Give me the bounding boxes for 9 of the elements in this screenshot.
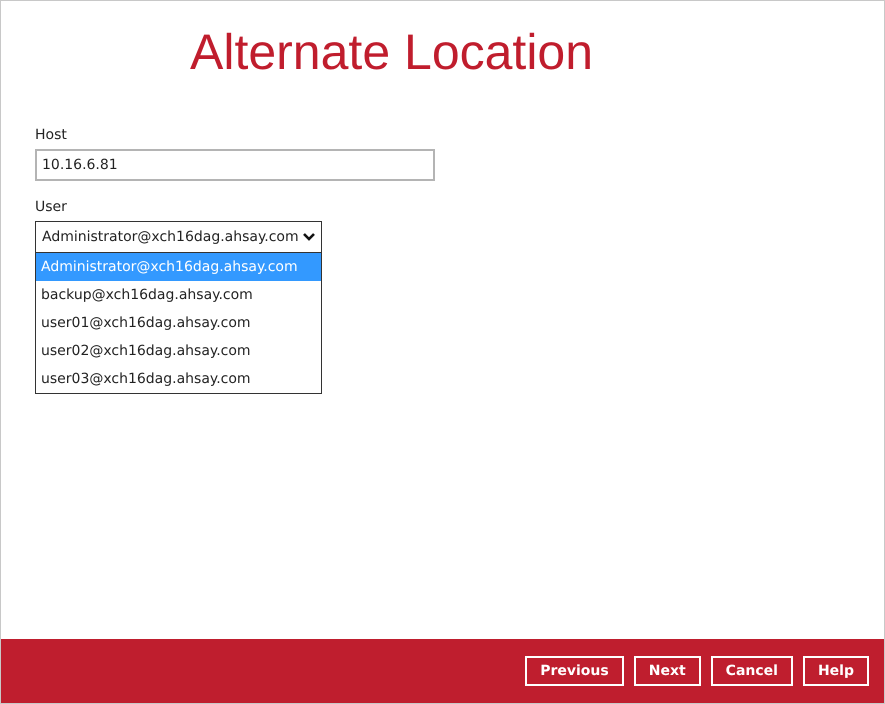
footer-button[interactable]: Previous — [525, 656, 624, 686]
footer-button[interactable]: Help — [802, 656, 869, 686]
host-label: Host — [35, 127, 67, 143]
chevron-icon — [303, 233, 315, 241]
footer-button[interactable]: Cancel — [710, 656, 793, 686]
footer-button[interactable]: Next — [634, 656, 701, 686]
page-title: Alternate Location — [190, 23, 594, 81]
user-label: User — [35, 199, 67, 215]
host-field[interactable]: 10.16.6.81 — [35, 149, 435, 181]
